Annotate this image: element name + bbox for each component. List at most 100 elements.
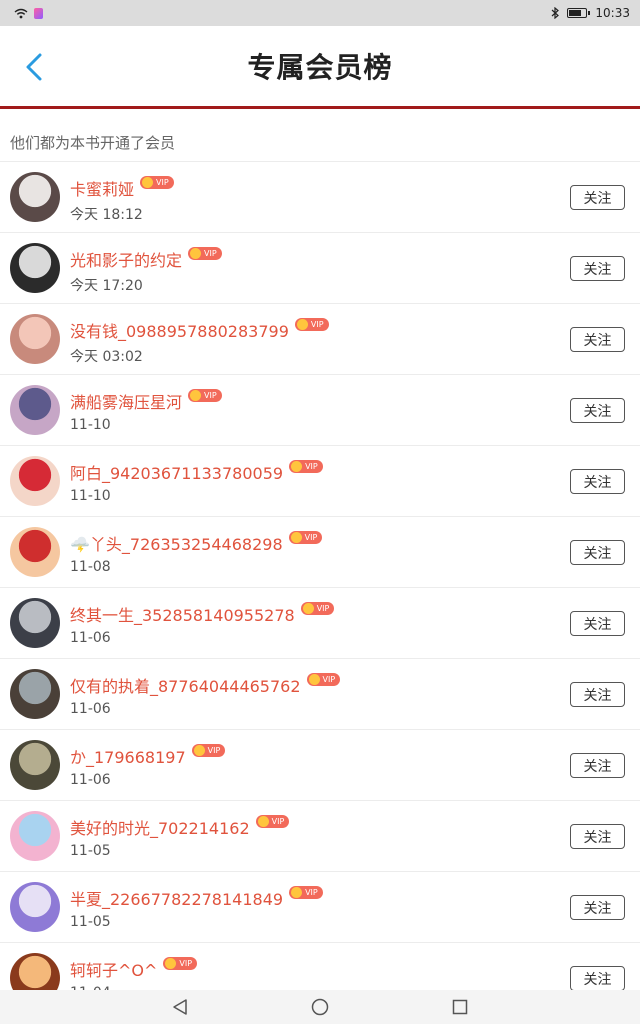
member-name[interactable]: 美好的时光_702214162 (70, 815, 250, 839)
circle-home-icon (311, 998, 329, 1016)
avatar[interactable] (10, 456, 60, 506)
crown-icon (190, 389, 202, 401)
member-row[interactable]: 卡蜜莉娅 VIP 今天 18:12 关注 (0, 162, 640, 233)
name-line: 终其一生_352858140955278 VIP (70, 601, 335, 626)
follow-button[interactable]: 关注 (570, 682, 625, 707)
member-name[interactable]: 半夏_22667782278141849 (70, 886, 283, 910)
avatar[interactable] (10, 740, 60, 790)
nav-home-button[interactable] (305, 994, 335, 1020)
nav-recents-button[interactable] (445, 994, 475, 1020)
name-line: か_179668197 VIP (70, 743, 226, 768)
vip-badge: VIP (288, 530, 323, 544)
vip-badge: VIP (140, 175, 174, 189)
name-line: 卡蜜莉娅 VIP (70, 175, 174, 200)
system-nav-bar (0, 990, 640, 1024)
crown-icon (165, 957, 177, 969)
member-row[interactable]: 美好的时光_702214162 VIP 11-05 关注 (0, 801, 640, 872)
vip-label: VIP (207, 745, 221, 755)
name-line: 轲轲子^O^ VIP (70, 956, 198, 981)
member-name[interactable]: 轲轲子^O^ (70, 957, 157, 981)
avatar[interactable] (10, 314, 60, 364)
member-row[interactable]: 🌩️丫头_726353254468298 VIP 11-08 关注 (0, 517, 640, 588)
name-line: 满船雾海压星河 VIP (70, 388, 222, 413)
clock: 10:33 (595, 6, 630, 20)
avatar[interactable] (10, 385, 60, 435)
crown-icon (291, 886, 303, 898)
vip-label: VIP (271, 816, 285, 826)
member-name[interactable]: 光和影子的约定 (70, 247, 182, 271)
vip-badge: VIP (306, 672, 341, 686)
member-date: 11-05 (70, 843, 111, 859)
follow-button[interactable]: 关注 (570, 185, 625, 210)
follow-button[interactable]: 关注 (570, 256, 625, 281)
crown-icon (290, 531, 302, 543)
member-row[interactable]: 仅有的执着_87764044465762 VIP 11-06 关注 (0, 659, 640, 730)
vip-badge: VIP (300, 601, 335, 615)
member-name[interactable]: 没有钱_0988957880283799 (70, 318, 289, 342)
battery-icon (567, 8, 591, 18)
member-date: 11-06 (70, 772, 111, 788)
member-date: 今天 17:20 (70, 278, 143, 294)
follow-button[interactable]: 关注 (570, 540, 625, 565)
crown-icon (296, 318, 308, 330)
name-line: 光和影子的约定 VIP (70, 246, 222, 271)
vip-label: VIP (156, 177, 169, 187)
avatar[interactable] (10, 811, 60, 861)
follow-button[interactable]: 关注 (570, 824, 625, 849)
member-row[interactable]: 阿白_94203671133780059 VIP 11-10 关注 (0, 446, 640, 517)
member-name[interactable]: 卡蜜莉娅 (70, 176, 134, 200)
member-row[interactable]: か_179668197 VIP 11-06 关注 (0, 730, 640, 801)
triangle-back-icon (173, 999, 187, 1015)
follow-button[interactable]: 关注 (570, 398, 625, 423)
vip-badge: VIP (188, 246, 222, 260)
member-row[interactable]: 光和影子的约定 VIP 今天 17:20 关注 (0, 233, 640, 304)
vip-label: VIP (305, 887, 318, 897)
vip-badge: VIP (255, 814, 290, 828)
follow-button[interactable]: 关注 (570, 327, 625, 352)
follow-button[interactable]: 关注 (570, 611, 625, 636)
member-date: 今天 18:12 (70, 207, 143, 223)
vip-badge: VIP (294, 317, 329, 331)
member-date: 11-06 (70, 701, 111, 717)
avatar[interactable] (10, 172, 60, 222)
follow-button[interactable]: 关注 (570, 895, 625, 920)
square-recents-icon (452, 999, 468, 1015)
follow-button[interactable]: 关注 (570, 966, 625, 991)
vip-label: VIP (322, 674, 336, 684)
member-row[interactable]: 满船雾海压星河 VIP 11-10 关注 (0, 375, 640, 446)
header-divider (0, 106, 640, 109)
crown-icon (308, 673, 320, 685)
member-name[interactable]: 阿白_94203671133780059 (70, 460, 283, 484)
name-line: 仅有的执着_87764044465762 VIP (70, 672, 341, 697)
page-title: 专属会员榜 (247, 51, 393, 84)
member-row[interactable]: 没有钱_0988957880283799 VIP 今天 03:02 关注 (0, 304, 640, 375)
avatar[interactable] (10, 882, 60, 932)
avatar[interactable] (10, 598, 60, 648)
avatar[interactable] (10, 669, 60, 719)
crown-icon (193, 744, 205, 756)
name-line: 🌩️丫头_726353254468298 VIP (70, 530, 323, 555)
crown-icon (257, 815, 269, 827)
member-name[interactable]: 🌩️丫头_726353254468298 (70, 531, 283, 555)
follow-button[interactable]: 关注 (570, 753, 625, 778)
member-row[interactable]: 终其一生_352858140955278 VIP 11-06 关注 (0, 588, 640, 659)
back-arrow-icon[interactable] (20, 52, 50, 82)
nav-back-button[interactable] (165, 994, 195, 1020)
crown-icon (142, 176, 154, 188)
name-line: 没有钱_0988957880283799 VIP (70, 317, 329, 342)
member-date: 11-08 (70, 559, 111, 575)
member-name[interactable]: 终其一生_352858140955278 (70, 602, 295, 626)
member-list: 卡蜜莉娅 VIP 今天 18:12 关注 光和影子的约定 VIP 今天 17:2… (0, 162, 640, 1014)
member-name[interactable]: 仅有的执着_87764044465762 (70, 673, 301, 697)
member-row[interactable]: 半夏_22667782278141849 VIP 11-05 关注 (0, 872, 640, 943)
member-name[interactable]: 满船雾海压星河 (70, 389, 182, 413)
member-date: 11-06 (70, 630, 111, 646)
vip-label: VIP (204, 390, 217, 400)
follow-button[interactable]: 关注 (570, 469, 625, 494)
vip-badge: VIP (188, 388, 222, 402)
member-name[interactable]: か_179668197 (70, 744, 186, 768)
crown-icon (302, 602, 314, 614)
vip-label: VIP (305, 461, 318, 471)
avatar[interactable] (10, 527, 60, 577)
avatar[interactable] (10, 243, 60, 293)
